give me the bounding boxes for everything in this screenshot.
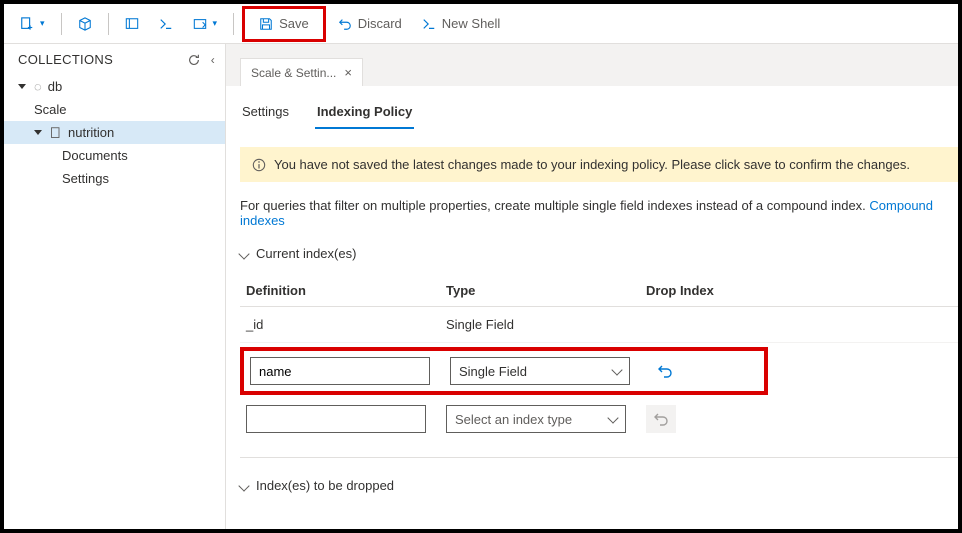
- tree-scale[interactable]: Scale: [4, 98, 225, 121]
- chevron-down-icon: [607, 412, 618, 423]
- definition-input[interactable]: [250, 357, 430, 385]
- undo-button[interactable]: [650, 357, 680, 385]
- section-dropped-label: Index(es) to be dropped: [256, 478, 394, 493]
- caret-down-icon: [18, 84, 26, 89]
- caret-down-icon: [34, 130, 42, 135]
- subtabs: Settings Indexing Policy: [240, 100, 958, 129]
- shell-icon: [159, 17, 173, 31]
- scale-label: Scale: [34, 102, 67, 117]
- subtab-indexing-policy[interactable]: Indexing Policy: [315, 100, 414, 129]
- index-table: Definition Type Drop Index _id Single Fi…: [240, 275, 958, 443]
- database-icon: ◌: [34, 79, 42, 94]
- chevron-down-icon: [238, 480, 249, 491]
- type-select[interactable]: Single Field: [450, 357, 630, 385]
- description-text: For queries that filter on multiple prop…: [240, 198, 869, 213]
- cube-icon: [78, 17, 92, 31]
- cube-button[interactable]: [70, 10, 100, 38]
- chevron-down-icon: ▾: [40, 18, 45, 29]
- shell-button[interactable]: [151, 10, 181, 38]
- panel-icon: [125, 17, 139, 31]
- panel-button[interactable]: [117, 10, 147, 38]
- separator: [61, 13, 62, 35]
- toolbar: ▾ ▾ Save Discard New Shell: [4, 4, 958, 44]
- warning-text: You have not saved the latest changes ma…: [274, 157, 910, 172]
- col-definition: Definition: [246, 283, 446, 298]
- chevron-down-icon: ▾: [213, 18, 218, 29]
- section-current-indexes[interactable]: Current index(es): [240, 246, 958, 261]
- tree-documents[interactable]: Documents: [4, 144, 225, 167]
- content: Settings Indexing Policy You have not sa…: [226, 86, 958, 507]
- open-icon: [193, 17, 207, 31]
- new-shell-button[interactable]: New Shell: [414, 10, 509, 38]
- db-label: db: [48, 79, 62, 94]
- settings-label: Settings: [62, 171, 109, 186]
- save-label: Save: [279, 16, 309, 31]
- save-icon: [259, 17, 273, 31]
- newshell-label: New Shell: [442, 16, 501, 31]
- close-icon[interactable]: ×: [344, 65, 352, 80]
- separator: [108, 13, 109, 35]
- type-select-empty[interactable]: Select an index type: [446, 405, 626, 433]
- table-row: Select an index type: [240, 399, 958, 443]
- chevron-down-icon: [238, 248, 249, 259]
- collection-label: nutrition: [68, 125, 114, 140]
- tabstrip: Scale & Settin... ×: [226, 44, 958, 86]
- sidebar-header: COLLECTIONS ‹: [4, 44, 225, 73]
- tree-collection-nutrition[interactable]: nutrition: [4, 121, 225, 144]
- tab-label: Scale & Settin...: [251, 66, 336, 80]
- section-current-label: Current index(es): [256, 246, 356, 261]
- discard-button[interactable]: Discard: [330, 10, 410, 38]
- cell-type: Single Field: [446, 317, 646, 332]
- refresh-icon[interactable]: [187, 53, 201, 67]
- type-select-value: Single Field: [459, 364, 527, 379]
- definition-input-empty[interactable]: [246, 405, 426, 433]
- index-table-header: Definition Type Drop Index: [240, 275, 958, 307]
- info-icon: [252, 158, 266, 172]
- save-button[interactable]: Save: [242, 6, 326, 42]
- chevron-left-icon[interactable]: ‹: [211, 53, 215, 67]
- divider: [240, 457, 958, 458]
- undo-button-disabled: [646, 405, 676, 433]
- collections-title: COLLECTIONS: [18, 52, 113, 67]
- tree-settings[interactable]: Settings: [4, 167, 225, 190]
- main: Scale & Settin... × Settings Indexing Po…: [226, 44, 958, 529]
- chevron-down-icon: [611, 364, 622, 375]
- tree-db[interactable]: ◌ db: [4, 75, 225, 98]
- warning-bar: You have not saved the latest changes ma…: [240, 147, 958, 182]
- discard-label: Discard: [358, 16, 402, 31]
- new-item-button[interactable]: ▾: [12, 10, 53, 38]
- col-drop: Drop Index: [646, 283, 766, 298]
- undo-icon: [338, 17, 352, 31]
- collection-icon: [50, 127, 62, 139]
- undo-icon: [657, 363, 673, 379]
- table-row: _id Single Field: [240, 307, 958, 343]
- section-dropped-indexes[interactable]: Index(es) to be dropped: [240, 478, 958, 493]
- description: For queries that filter on multiple prop…: [240, 198, 958, 228]
- undo-icon: [653, 411, 669, 427]
- separator: [233, 13, 234, 35]
- sidebar: COLLECTIONS ‹ ◌ db Scale nutrition Docum…: [4, 44, 226, 529]
- documents-label: Documents: [62, 148, 128, 163]
- shell-icon: [422, 17, 436, 31]
- table-row-highlighted: Single Field: [240, 347, 768, 395]
- cell-definition: _id: [246, 317, 446, 332]
- open-button[interactable]: ▾: [185, 10, 226, 38]
- tab-scale-settings[interactable]: Scale & Settin... ×: [240, 58, 363, 86]
- new-doc-icon: [20, 17, 34, 31]
- type-select-placeholder: Select an index type: [455, 412, 572, 427]
- subtab-settings[interactable]: Settings: [240, 100, 291, 129]
- col-type: Type: [446, 283, 646, 298]
- collections-tree: ◌ db Scale nutrition Documents Settings: [4, 73, 225, 192]
